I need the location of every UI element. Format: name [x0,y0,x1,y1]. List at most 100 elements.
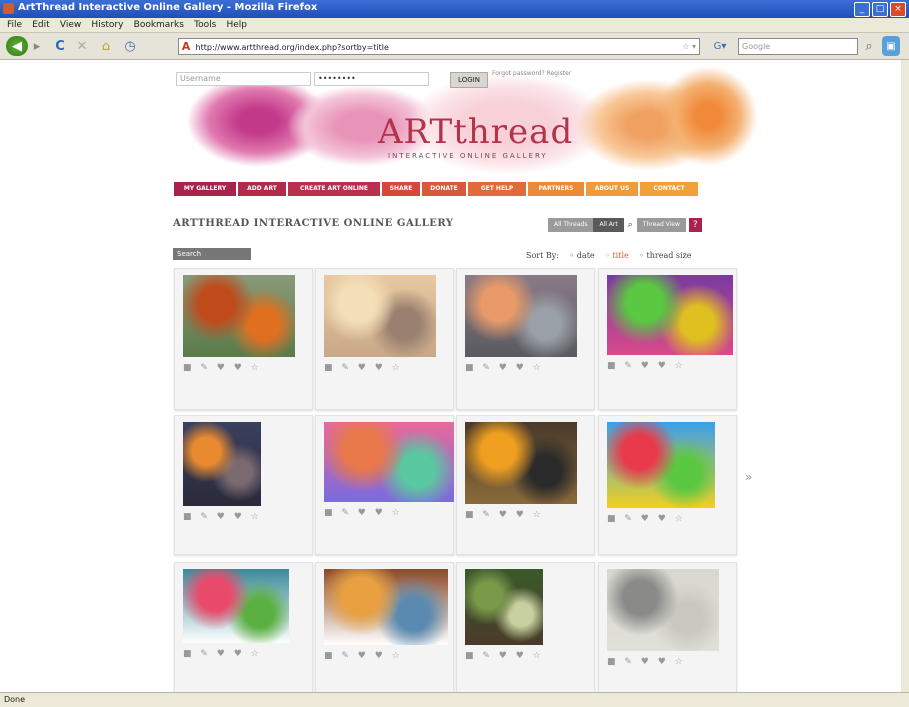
status-bar: Done [0,692,909,707]
url-text: http://www.artthread.org/index.php?sortb… [195,43,389,52]
artwork-action-icons[interactable]: ■ ✎ ♥ ♥ ☆ [465,651,544,661]
nav-about-us[interactable]: ABOUT US [586,182,638,196]
sort-title[interactable]: ◦ title [605,251,629,260]
nav-contact[interactable]: CONTACT [640,182,698,196]
nav-get-help[interactable]: GET HELP [468,182,526,196]
artwork-action-icons[interactable]: ■ ✎ ♥ ♥ ☆ [183,363,262,373]
artwork-card[interactable]: ■ ✎ ♥ ♥ ☆ [456,415,595,555]
artwork-thumbnail-forest-trees[interactable] [465,569,543,645]
artwork-thumbnail-sunset-beach[interactable] [324,275,436,357]
sort-title-label: title [612,251,629,260]
artwork-action-icons[interactable]: ■ ✎ ♥ ♥ ☆ [183,649,262,659]
artwork-card[interactable]: ■ ✎ ♥ ♥ ☆ [315,268,454,410]
nav-partners[interactable]: PARTNERS [528,182,584,196]
artwork-card[interactable]: ■ ✎ ♥ ♥ ☆ [456,268,595,410]
artwork-action-icons[interactable]: ■ ✎ ♥ ♥ ☆ [607,657,686,667]
window-title: ArtThread Interactive Online Gallery - M… [18,2,318,13]
reload-icon[interactable]: C [52,36,68,56]
sort-thread-size[interactable]: ◦ thread size [639,251,691,260]
artwork-action-icons[interactable]: ■ ✎ ♥ ♥ ☆ [607,514,686,524]
menu-file[interactable]: File [7,18,22,32]
artwork-card[interactable]: ■ ✎ ♥ ♥ ☆ [174,562,313,692]
artwork-thumbnail-birds-houses[interactable] [324,569,448,645]
back-icon[interactable]: ◀ [6,36,28,56]
address-bar[interactable]: A http://www.artthread.org/index.php?sor… [178,38,700,55]
search-icon[interactable]: ⌕ [862,36,876,56]
search-engine-icon[interactable]: G▾ [712,36,728,56]
search-input[interactable]: Google [738,38,858,55]
site-tagline: INTERACTIVE ONLINE GALLERY [388,152,548,160]
thread-view-button[interactable]: Thread View [636,218,686,232]
sort-options: Sort By: ◦ date ◦ title ◦ thread size [526,251,700,260]
vertical-scrollbar[interactable] [901,60,909,692]
sort-date[interactable]: ◦ date [570,251,595,260]
artwork-action-icons[interactable]: ■ ✎ ♥ ♥ ☆ [324,508,403,518]
username-field[interactable]: Username [176,72,311,86]
history-icon[interactable]: ◷ [122,36,138,56]
artwork-card[interactable]: ■ ✎ ♥ ♥ ☆ [456,562,595,692]
artwork-card[interactable]: ■ ✎ ♥ ♥ ☆ [598,415,737,555]
nav-create-art-online[interactable]: CREATE ART ONLINE [288,182,380,196]
menu-edit[interactable]: Edit [32,18,49,32]
artwork-thumbnail-ribbon-doodles[interactable] [607,422,715,508]
forward-icon[interactable]: ▸ [30,36,44,56]
artwork-action-icons[interactable]: ■ ✎ ♥ ♥ ☆ [324,363,403,373]
artwork-card[interactable]: ■ ✎ ♥ ♥ ☆ [598,562,737,692]
artwork-thumbnail-sunset-sky[interactable] [183,422,261,506]
artwork-thumbnail-sunset-water[interactable] [465,422,577,504]
menu-history[interactable]: History [91,18,123,32]
menu-tools[interactable]: Tools [194,18,216,32]
artwork-thumbnail-pencil-sketch[interactable] [607,569,719,651]
all-art-button[interactable]: All Art [593,218,624,232]
artwork-thumbnail-psychedelic-circle[interactable] [607,275,733,355]
artwork-action-icons[interactable]: ■ ✎ ♥ ♥ ☆ [465,363,544,373]
sort-thread-size-label: thread size [646,251,692,260]
artwork-thumbnail-floral-drawing[interactable] [183,569,289,643]
artwork-thumbnail-sunset-sea[interactable] [465,275,577,357]
main-navigation: MY GALLERY ADD ART CREATE ART ONLINE SHA… [174,182,744,196]
artwork-action-icons[interactable]: ■ ✎ ♥ ♥ ☆ [183,512,262,522]
menu-bookmarks[interactable]: Bookmarks [134,18,184,32]
magnifier-icon[interactable]: ⌕ [623,218,637,232]
artwork-card[interactable]: ■ ✎ ♥ ♥ ☆ [174,415,313,555]
menu-bar: File Edit View History Bookmarks Tools H… [0,18,909,33]
artwork-action-icons[interactable]: ■ ✎ ♥ ♥ ☆ [465,510,544,520]
artwork-card[interactable]: ■ ✎ ♥ ♥ ☆ [315,415,454,555]
artwork-card[interactable]: ■ ✎ ♥ ♥ ☆ [315,562,454,692]
menu-view[interactable]: View [60,18,81,32]
maximize-button[interactable]: □ [872,2,888,17]
home-icon[interactable]: ⌂ [98,36,114,56]
nav-my-gallery[interactable]: MY GALLERY [174,182,236,196]
gallery-search[interactable]: Search [173,248,251,260]
login-button[interactable]: LOGIN [450,72,488,88]
artwork-card[interactable]: ■ ✎ ♥ ♥ ☆ [598,268,737,410]
page-content: ARTthread INTERACTIVE ONLINE GALLERY Use… [8,60,901,692]
firefox-icon [3,3,14,14]
artwork-card[interactable]: ■ ✎ ♥ ♥ ☆ [174,268,313,410]
artwork-action-icons[interactable]: ■ ✎ ♥ ♥ ☆ [607,361,686,371]
artwork-thumbnail-colorful-abstract[interactable] [324,422,454,502]
menu-help[interactable]: Help [226,18,247,32]
status-text: Done [4,695,26,704]
artwork-action-icons[interactable]: ■ ✎ ♥ ♥ ☆ [324,651,403,661]
help-icon[interactable]: ? [688,218,702,232]
navigation-toolbar: ◀ ▸ C ✕ ⌂ ◷ A http://www.artthread.org/i… [0,33,909,60]
bookmark-star-icon[interactable]: ☆ ▾ [682,39,696,54]
site-logo[interactable]: ARTthread [378,112,573,152]
all-threads-button[interactable]: All Threads [548,218,594,232]
addon-icon[interactable]: ▣ [882,36,900,56]
sort-label: Sort By: [526,251,559,260]
login-help-links[interactable]: Forgot password? Register [492,70,582,78]
password-field[interactable]: •••••••• [314,72,429,86]
nav-share[interactable]: SHARE [382,182,420,196]
nav-add-art[interactable]: ADD ART [238,182,286,196]
next-page-arrow[interactable]: » [745,470,752,484]
artwork-thumbnail-autumn-trees[interactable] [183,275,295,357]
stop-icon[interactable]: ✕ [74,36,90,56]
nav-donate[interactable]: DONATE [422,182,466,196]
close-button[interactable]: × [890,2,906,17]
view-toggle: All Threads All Art ⌕ Thread View ? [548,218,702,232]
site-favicon-icon: A [181,40,191,53]
gallery-title: ARTTHREAD INTERACTIVE ONLINE GALLERY [173,218,454,229]
minimize-button[interactable]: _ [854,2,870,17]
